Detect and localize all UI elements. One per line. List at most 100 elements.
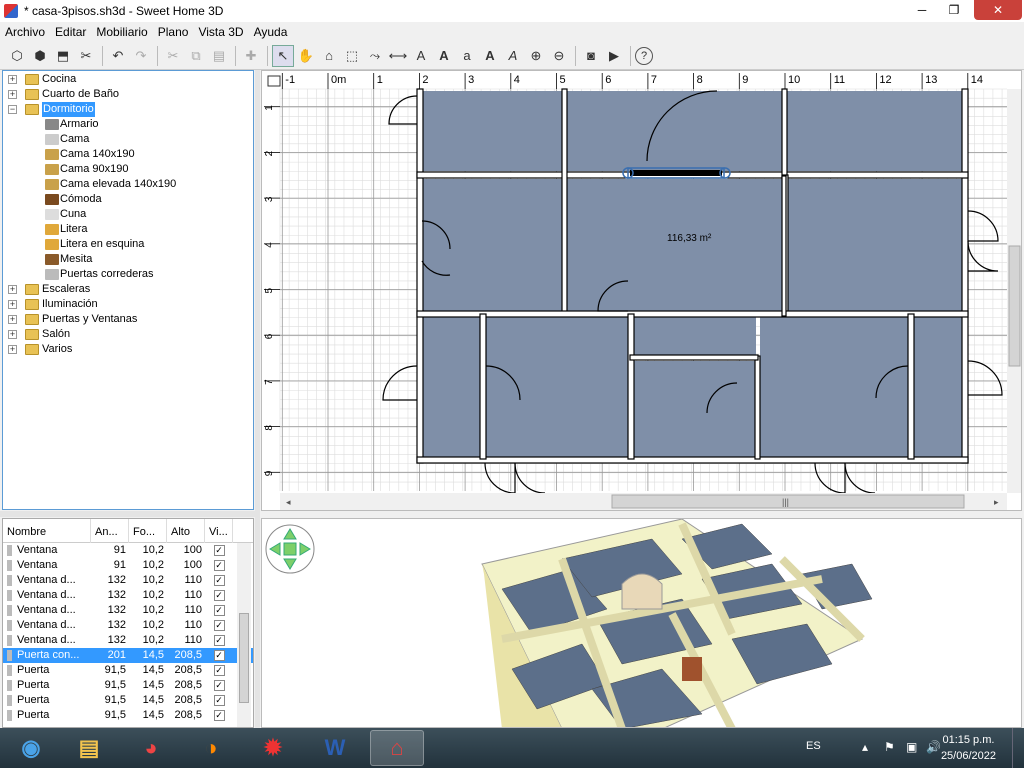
table-row[interactable]: Ventana 91 10,2 100 ✓ [3, 558, 253, 573]
create-walls-icon[interactable]: ⌂ [318, 45, 340, 67]
action-center-flag-icon[interactable]: ⚑ [884, 740, 895, 754]
table-row[interactable]: Puerta 91,5 14,5 208,5 ✓ [3, 663, 253, 678]
3d-view[interactable] [261, 518, 1022, 728]
table-row[interactable]: Ventana 91 10,2 100 ✓ [3, 543, 253, 558]
3d-navigation-arrows-icon[interactable] [265, 524, 315, 574]
tree-expand-toggle[interactable]: − [8, 105, 17, 114]
table-row[interactable]: Ventana d... 132 10,2 110 ✓ [3, 588, 253, 603]
door[interactable] [382, 365, 418, 401]
tree-expand-toggle[interactable]: + [8, 315, 17, 324]
close-button[interactable]: ✕ [974, 0, 1022, 20]
room-floor[interactable] [634, 361, 756, 459]
sweet-home-3d-icon[interactable]: ⌂ [370, 730, 424, 766]
table-row[interactable]: Ventana d... 132 10,2 110 ✓ [3, 633, 253, 648]
catalog-category-escaleras[interactable]: Escaleras [42, 282, 90, 297]
catalog-item[interactable]: Cuna [60, 207, 86, 222]
catalog-item[interactable]: Armario [60, 117, 99, 132]
file-explorer-icon[interactable]: ▤ [62, 730, 116, 766]
scroll-left-icon[interactable]: ◂ [286, 497, 291, 507]
table-row[interactable]: Puerta con... 201 14,5 208,5 ✓ [3, 648, 253, 663]
tree-expand-toggle[interactable]: + [8, 345, 17, 354]
new-home-icon[interactable]: ⬡ [6, 45, 28, 67]
catalog-category-puertasyventanas[interactable]: Puertas y Ventanas [42, 312, 137, 327]
catalog-category-iluminacin[interactable]: Iluminación [42, 297, 98, 312]
table-row[interactable]: Puerta 91,5 14,5 208,5 ✓ [3, 708, 253, 723]
room-floor[interactable] [787, 179, 962, 314]
plan-vertical-scroll-thumb[interactable] [1008, 245, 1021, 367]
3d-view-canvas[interactable] [262, 519, 1022, 728]
column-header-visible[interactable]: Vi... [205, 519, 233, 543]
volume-icon[interactable]: 🔊 [926, 740, 941, 754]
table-row[interactable]: Puerta 91,5 14,5 208,5 ✓ [3, 678, 253, 693]
furniture-list-table[interactable]: Nombre An... Fo... Alto Vi... Ventana 91 1… [2, 518, 254, 728]
tree-expand-toggle[interactable]: + [8, 75, 17, 84]
room-floor[interactable] [760, 317, 908, 459]
bold-icon[interactable]: A [479, 45, 501, 67]
menu-mobiliario[interactable]: Mobiliario [91, 25, 152, 39]
visible-checkbox[interactable]: ✓ [213, 710, 225, 721]
language-indicator[interactable]: ES [806, 740, 821, 752]
scrollbar-thumb[interactable] [239, 613, 249, 703]
room-floor[interactable] [567, 91, 782, 171]
room-floor[interactable] [787, 91, 962, 171]
catalog-item[interactable]: Litera en esquina [60, 237, 144, 252]
table-row[interactable]: Ventana d... 132 10,2 110 ✓ [3, 618, 253, 633]
room-floor[interactable] [486, 317, 631, 459]
cut-icon[interactable]: ✂ [162, 45, 184, 67]
room-floor[interactable] [912, 317, 962, 459]
room-floor[interactable] [567, 179, 782, 314]
system-clock[interactable]: 01:15 p.m. 25/06/2022 [941, 732, 996, 764]
add-furniture-icon[interactable]: ✚ [240, 45, 262, 67]
open-icon[interactable]: ⬒ [52, 45, 74, 67]
catalog-item[interactable]: Litera [60, 222, 88, 237]
catalog-item[interactable]: Mesita [60, 252, 92, 267]
wall[interactable] [754, 355, 761, 460]
menu-vista-3d[interactable]: Vista 3D [193, 25, 248, 39]
column-header-width[interactable]: An... [91, 519, 129, 543]
floor-plan-canvas[interactable]: -1 0m 1 2 3 4 5 6 7 8 9 10 11 12 13 14123456789116,33 m… [262, 71, 1022, 511]
catalog-category-cuartodebao[interactable]: Cuarto de Baño [42, 87, 119, 102]
catalog-item[interactable]: Cómoda [60, 192, 102, 207]
undo-icon[interactable]: ↶ [107, 45, 129, 67]
minimize-button[interactable]: ─ [906, 0, 938, 20]
tree-expand-toggle[interactable]: + [8, 285, 17, 294]
menu-archivo[interactable]: Archivo [0, 25, 50, 39]
decrease-text-icon[interactable]: a [456, 45, 478, 67]
visible-checkbox[interactable]: ✓ [213, 560, 225, 571]
table-row[interactable]: Ventana d... 132 10,2 110 ✓ [3, 603, 253, 618]
increase-text-icon[interactable]: A [433, 45, 455, 67]
visible-checkbox[interactable]: ✓ [213, 635, 225, 646]
sweet-home-3d-app-icon[interactable] [4, 4, 18, 18]
visible-checkbox[interactable]: ✓ [213, 620, 225, 631]
tree-expand-toggle[interactable]: + [8, 90, 17, 99]
create-photo-icon[interactable]: ◙ [580, 45, 602, 67]
catalog-category-saln[interactable]: Salón [42, 327, 70, 342]
table-row[interactable]: Ventana d... 132 10,2 110 ✓ [3, 573, 253, 588]
catalog-category-cocina[interactable]: Cocina [42, 72, 76, 87]
wall[interactable] [781, 175, 787, 317]
wall[interactable] [416, 310, 969, 318]
wall[interactable] [907, 313, 915, 460]
plan-view[interactable]: -1 0m 1 2 3 4 5 6 7 8 9 10 11 12 13 14 1 2 3 4 5 6 7 8 9 116,33 m… [261, 70, 1022, 511]
catalog-item[interactable]: Cama 140x190 [60, 147, 135, 162]
room-floor[interactable] [422, 91, 562, 171]
column-header-depth[interactable]: Fo... [129, 519, 167, 543]
tree-expand-toggle[interactable]: + [8, 300, 17, 309]
create-rooms-icon[interactable]: ⬚ [341, 45, 363, 67]
maximize-button[interactable]: ❐ [938, 0, 970, 20]
start-orb-icon[interactable]: ◉ [4, 730, 58, 766]
wall[interactable] [781, 88, 788, 180]
scroll-right-icon[interactable]: ▸ [994, 497, 999, 507]
room-floor[interactable] [422, 317, 480, 459]
zoom-in-icon[interactable]: ⊕ [525, 45, 547, 67]
visible-checkbox[interactable]: ✓ [213, 650, 225, 661]
paste-icon[interactable]: ▤ [208, 45, 230, 67]
room-floor[interactable] [634, 317, 756, 359]
menu-editar[interactable]: Editar [50, 25, 91, 39]
wall[interactable] [629, 354, 759, 361]
room-floor[interactable] [422, 179, 562, 314]
visible-checkbox[interactable]: ✓ [213, 695, 225, 706]
catalog-item[interactable]: Puertas correderas [60, 267, 154, 282]
show-desktop-button[interactable] [1012, 728, 1024, 768]
cut-furniture-icon[interactable]: ✂ [75, 45, 97, 67]
